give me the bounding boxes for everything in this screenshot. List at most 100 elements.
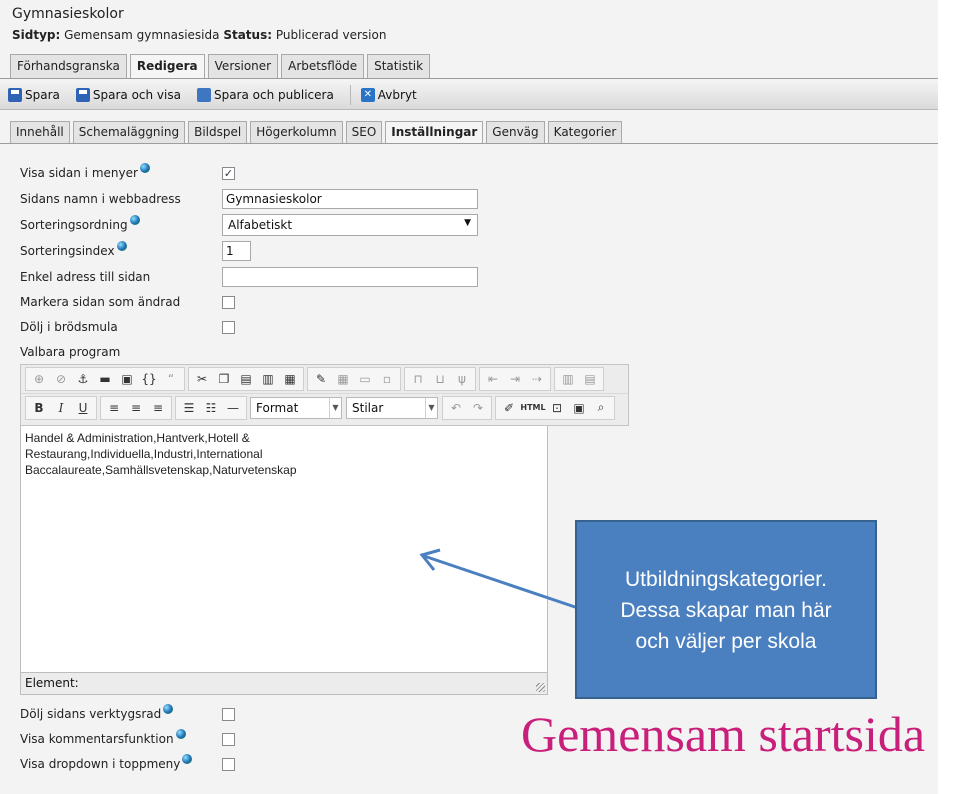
merge-cells-icon[interactable]: ⊓ [407, 368, 429, 390]
sort-order-select[interactable]: Alfabetiskt ▼ [222, 214, 478, 236]
html-source-button[interactable]: HTML [520, 397, 546, 419]
paste-word-icon[interactable]: ▦ [279, 368, 301, 390]
list-group: ☰ ☷ — [175, 395, 247, 420]
visual-aid-icon[interactable]: ⊡ [546, 397, 568, 419]
show-in-menus-checkbox[interactable]: ✓ [222, 166, 235, 180]
cell-props-icon[interactable]: ▫ [376, 368, 398, 390]
editor-content-area[interactable]: Handel & Administration,Hantverk,Hotell … [20, 426, 548, 673]
bullet-list-icon[interactable]: ☰ [178, 397, 200, 419]
undo-icon[interactable]: ↶ [445, 397, 467, 419]
delete-cells-icon[interactable]: ψ [451, 368, 473, 390]
element-path-label: Element: [25, 676, 79, 690]
save-button[interactable]: Spara [8, 87, 60, 102]
show-dropdown-label: Visa dropdown i toppmeny [20, 754, 222, 771]
quote-icon[interactable]: “ [160, 368, 182, 390]
page-meta: Sidtyp: Gemensam gymnasiesida Status: Pu… [12, 28, 386, 42]
cleanup-brush-icon[interactable]: ✐ [498, 397, 520, 419]
delete-row-icon[interactable]: ⇢ [526, 368, 548, 390]
tab-shortcut[interactable]: Genväg [486, 121, 545, 143]
insert-row-before-icon[interactable]: ⇤ [482, 368, 504, 390]
row-mark-changed: Markera sidan som ändrad [20, 291, 235, 313]
bold-button[interactable]: B [28, 397, 50, 419]
chevron-down-icon: ▼ [425, 397, 437, 418]
paste-icon[interactable]: ▤ [235, 368, 257, 390]
copy-icon[interactable]: ❐ [213, 368, 235, 390]
show-dropdown-checkbox[interactable] [222, 757, 235, 771]
row-show-comments: Visa kommentarsfunktion [20, 728, 235, 750]
save-and-publish-button[interactable]: Spara och publicera [196, 87, 334, 102]
tab-versions[interactable]: Versioner [207, 54, 279, 78]
pagetype-label: Sidtyp: [12, 28, 61, 42]
tab-preview[interactable]: Förhandsgranska [10, 54, 127, 78]
insert-image-icon[interactable]: ▬ [94, 368, 116, 390]
subtabs-divider [0, 143, 938, 144]
cut-icon[interactable]: ✂ [191, 368, 213, 390]
align-left-icon[interactable]: ≡ [103, 397, 125, 419]
tab-seo[interactable]: SEO [345, 121, 383, 143]
row-hide-breadcrumb: Dölj i brödsmula [20, 316, 235, 338]
split-cells-icon[interactable]: ⊔ [429, 368, 451, 390]
insert-media-icon[interactable]: ▣ [116, 368, 138, 390]
horizontal-rule-icon[interactable]: — [222, 397, 244, 419]
save-view-icon [75, 87, 90, 102]
numbered-list-icon[interactable]: ☷ [200, 397, 222, 419]
redo-icon[interactable]: ↷ [467, 397, 489, 419]
tab-statistics[interactable]: Statistik [367, 54, 431, 78]
cancel-button[interactable]: ✕ Avbryt [360, 87, 417, 102]
preview-icon[interactable]: ▣ [568, 397, 590, 419]
row-hide-toolbar: Dölj sidans verktygsrad [20, 703, 235, 725]
tab-workflow[interactable]: Arbetsflöde [281, 54, 365, 78]
tab-slideshow[interactable]: Bildspel [188, 121, 248, 143]
align-center-icon[interactable]: ≡ [125, 397, 147, 419]
resize-grip-icon[interactable] [536, 683, 545, 692]
insert-column-icon[interactable]: ▥ [557, 368, 579, 390]
format-select-label: Format [256, 400, 299, 415]
history-group: ↶ ↷ [442, 395, 492, 420]
mark-changed-label: Markera sidan som ändrad [20, 295, 181, 309]
tab-right-column[interactable]: Högerkolumn [250, 121, 343, 143]
tab-content[interactable]: Innehåll [10, 121, 70, 143]
sort-index-input[interactable] [222, 241, 251, 261]
url-name-input[interactable] [222, 189, 478, 209]
callout-text: Utbildningskategorier. Dessa skapar man … [620, 568, 832, 653]
info-icon [163, 704, 174, 714]
table-props-icon[interactable]: ▦ [332, 368, 354, 390]
search-icon[interactable]: ⌕ [590, 397, 612, 419]
align-right-icon[interactable]: ≡ [147, 397, 169, 419]
sort-index-label: Sorteringsindex [20, 241, 222, 258]
italic-button[interactable]: I [50, 397, 72, 419]
show-comments-checkbox[interactable] [222, 732, 235, 746]
sort-order-value: Alfabetiskt [228, 218, 293, 232]
delete-column-icon[interactable]: ▤ [579, 368, 601, 390]
insert-row-after-icon[interactable]: ⇥ [504, 368, 526, 390]
paste-text-icon[interactable]: ▥ [257, 368, 279, 390]
rich-text-editor: ⊕ ⊘ ⚓ ▬ ▣ {} “ ✂ ❐ ▤ ▥ ▦ ✎ ▦ ▭ ▫ ⊓ ⊔ ψ ⇤… [20, 364, 629, 695]
pagetype-value: Gemensam gymnasiesida [64, 28, 220, 42]
hide-breadcrumb-checkbox[interactable] [222, 320, 235, 334]
unlink-icon[interactable]: ⊘ [50, 368, 72, 390]
cancel-icon: ✕ [360, 87, 375, 102]
simple-address-input[interactable] [222, 267, 478, 287]
tab-categories[interactable]: Kategorier [547, 121, 623, 143]
mark-changed-checkbox[interactable] [222, 295, 235, 309]
underline-button[interactable]: U [72, 397, 94, 419]
insert-link-icon[interactable]: ⊕ [28, 368, 50, 390]
row-props-icon[interactable]: ▭ [354, 368, 376, 390]
row-ops-group: ⇤ ⇥ ⇢ [479, 367, 551, 391]
anchor-icon[interactable]: ⚓ [72, 368, 94, 390]
save-view-label: Spara och visa [92, 87, 181, 102]
text-style-group: B I U [25, 395, 97, 420]
tab-scheduling[interactable]: Schemaläggning [72, 121, 186, 143]
info-icon [182, 754, 193, 764]
insert-table-icon[interactable]: ✎ [310, 368, 332, 390]
styles-select[interactable]: Stilar ▼ [346, 396, 438, 419]
code-icon[interactable]: {} [138, 368, 160, 390]
tab-settings[interactable]: Inställningar [385, 121, 484, 144]
info-icon [175, 729, 186, 739]
info-icon [139, 163, 150, 173]
hide-toolbar-checkbox[interactable] [222, 707, 235, 721]
format-select[interactable]: Format ▼ [250, 396, 342, 419]
dropdown-arrow-icon: ▼ [464, 218, 471, 228]
tab-edit[interactable]: Redigera [129, 54, 205, 79]
save-and-view-button[interactable]: Spara och visa [75, 87, 181, 102]
